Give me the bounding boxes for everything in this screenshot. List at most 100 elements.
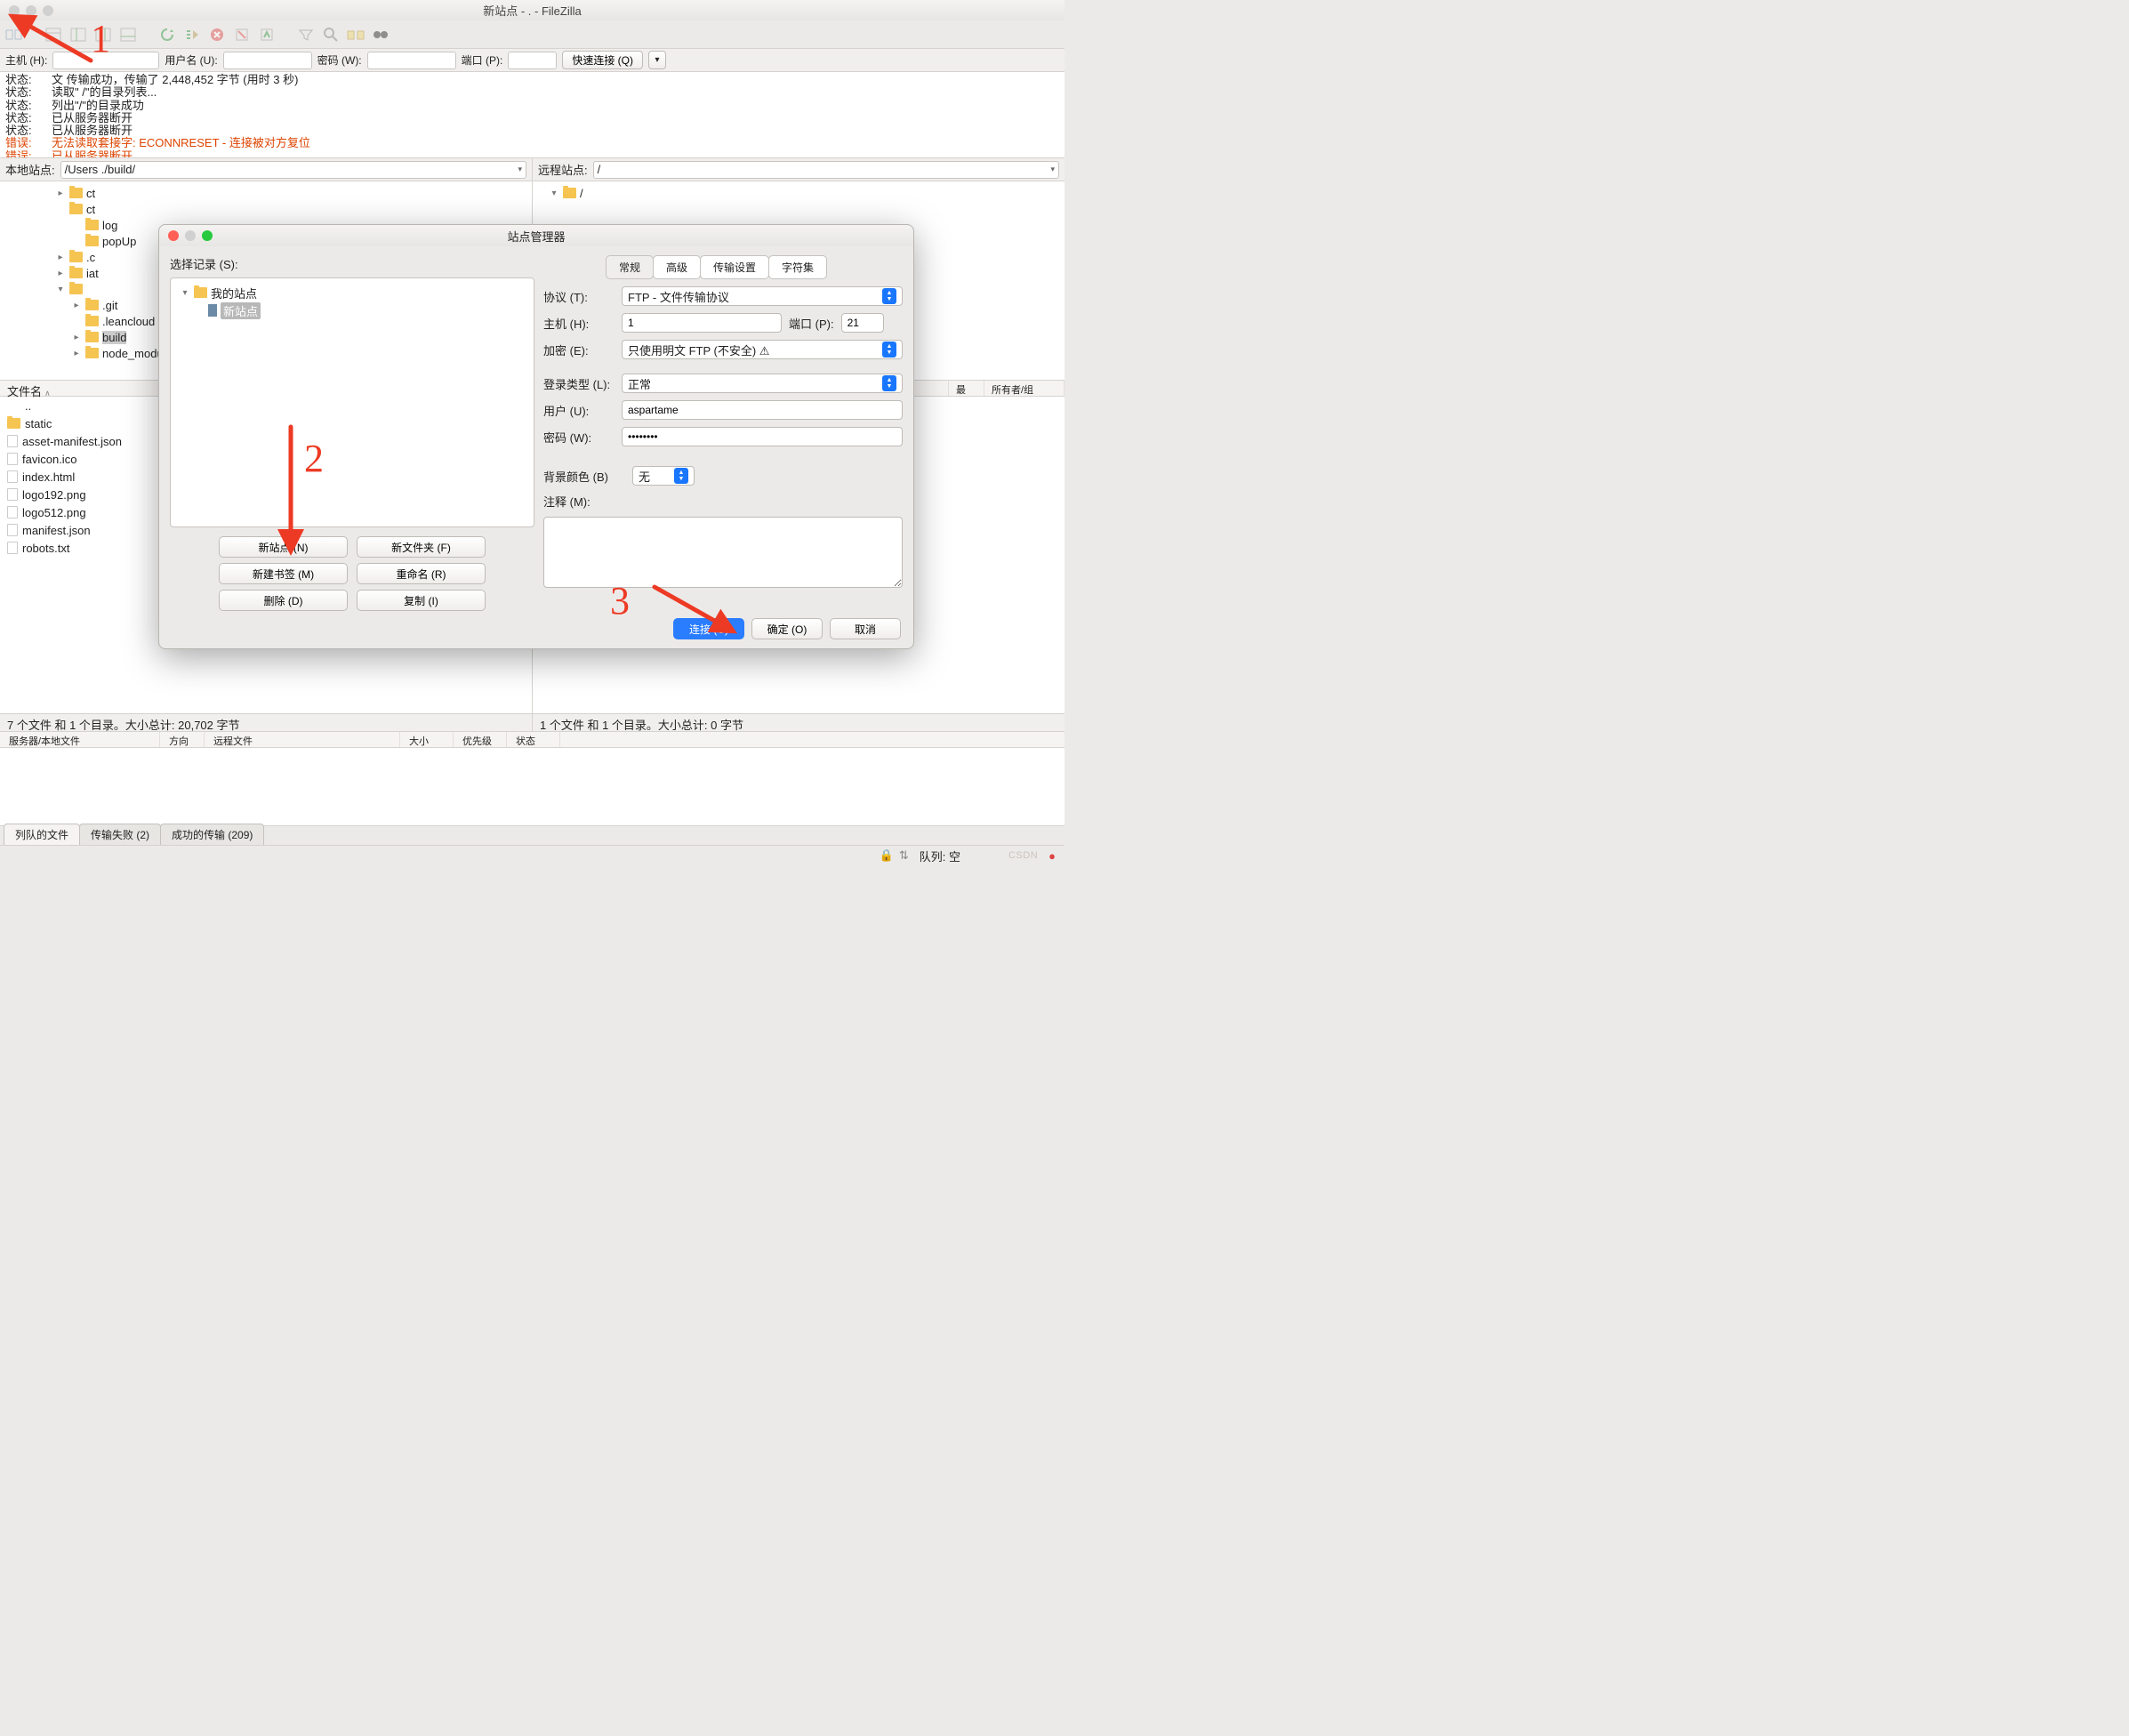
- site-action-button[interactable]: 重命名 (R): [357, 563, 486, 584]
- queue-body[interactable]: [0, 748, 1064, 826]
- reconnect-icon[interactable]: [256, 24, 277, 45]
- file-icon: [7, 453, 18, 465]
- site-action-button[interactable]: 复制 (I): [357, 590, 486, 611]
- protocol-label: 协议 (T):: [543, 288, 615, 305]
- host-input[interactable]: [52, 52, 159, 69]
- dialog-tab[interactable]: 字符集: [768, 255, 827, 279]
- queue-col[interactable]: 大小: [400, 732, 454, 747]
- protocol-select[interactable]: FTP - 文件传输协议▲▼: [622, 286, 903, 306]
- col-modified[interactable]: 最: [949, 381, 984, 396]
- password-field[interactable]: [622, 427, 903, 446]
- host-field[interactable]: [622, 313, 782, 333]
- watermark-dot: ●: [1048, 849, 1056, 863]
- queue-col[interactable]: 服务器/本地文件: [0, 732, 160, 747]
- window-title: 新站点 - . - FileZilla: [0, 2, 1064, 19]
- bottom-tab[interactable]: 列队的文件: [4, 824, 80, 845]
- bgcolor-label: 背景颜色 (B): [543, 468, 625, 485]
- toggle-remote-tree-icon[interactable]: [92, 24, 114, 45]
- toggle-log-icon[interactable]: [43, 24, 64, 45]
- log-line: 状态:已从服务器断开: [5, 112, 1059, 125]
- remote-site-input[interactable]: /▾: [593, 161, 1059, 179]
- cancel-button[interactable]: 取消: [830, 618, 901, 639]
- folder-icon: [85, 348, 99, 358]
- folder-icon: [85, 300, 99, 310]
- main-window: 新站点 - . - FileZilla 主机 (H): 用户名 (U): 密码 …: [0, 0, 1064, 868]
- file-icon: [7, 488, 18, 501]
- file-icon: [7, 470, 18, 483]
- site-tree[interactable]: ▾我的站点 新站点: [170, 277, 534, 527]
- site-action-button[interactable]: 删除 (D): [219, 590, 348, 611]
- tree-item[interactable]: ▾/: [533, 185, 1064, 201]
- toggle-local-tree-icon[interactable]: [68, 24, 89, 45]
- status-bar: 🔒 ⇅ 队列: 空 CSDN ●: [0, 846, 1064, 865]
- file-icon: [7, 435, 18, 447]
- queue-col[interactable]: 优先级: [454, 732, 507, 747]
- log-line: 状态:已从服务器断开: [5, 125, 1059, 137]
- user-field[interactable]: [622, 400, 903, 420]
- folder-icon: [69, 268, 83, 278]
- host-label: 主机 (H):: [543, 315, 615, 332]
- tree-root[interactable]: ▾我的站点: [176, 284, 528, 301]
- queue-col[interactable]: 状态: [507, 732, 560, 747]
- tree-item[interactable]: ▸ ct: [0, 185, 532, 201]
- bottom-tab[interactable]: 成功的传输 (209): [160, 824, 264, 845]
- site-action-button[interactable]: 新站点 (N): [219, 536, 348, 558]
- transfer-icon: ⇅: [899, 848, 909, 863]
- dialog-tab[interactable]: 传输设置: [700, 255, 769, 279]
- folder-icon: [85, 236, 99, 246]
- dialog-titlebar: 站点管理器: [159, 225, 913, 246]
- process-queue-icon[interactable]: [181, 24, 203, 45]
- queue-col[interactable]: 方向: [160, 732, 205, 747]
- comment-field[interactable]: [543, 517, 903, 588]
- local-site-input[interactable]: /Users ./build/▾: [60, 161, 526, 179]
- watermark: CSDN: [1008, 850, 1038, 861]
- dialog-tab[interactable]: 高级: [653, 255, 701, 279]
- port-field[interactable]: [841, 313, 884, 333]
- folder-icon: [69, 284, 83, 294]
- dialog-title: 站点管理器: [159, 228, 913, 245]
- message-log[interactable]: 状态:文 传输成功，传输了 2,448,452 字节 (用时 3 秒)状态:读取…: [0, 72, 1064, 158]
- tree-item[interactable]: ct: [0, 201, 532, 217]
- user-label: 用户名 (U):: [165, 52, 217, 68]
- encryption-label: 加密 (E):: [543, 342, 615, 358]
- site-action-button[interactable]: 新文件夹 (F): [357, 536, 486, 558]
- compare-icon[interactable]: [345, 24, 366, 45]
- logon-type-select[interactable]: 正常▲▼: [622, 374, 903, 393]
- remote-summary: 1 个文件 和 1 个目录。大小总计: 0 字节: [533, 714, 1064, 731]
- file-icon: [7, 506, 18, 518]
- quick-connect-history-button[interactable]: ▾: [648, 51, 666, 69]
- toggle-queue-icon[interactable]: [117, 24, 139, 45]
- queue-col[interactable]: 远程文件: [205, 732, 400, 747]
- tree-site-item[interactable]: 新站点: [176, 301, 528, 319]
- password-label: 密码 (W):: [543, 429, 615, 446]
- folder-icon: [69, 188, 83, 198]
- select-entry-label: 选择记录 (S):: [170, 255, 534, 272]
- port-label: 端口 (P):: [789, 315, 834, 332]
- username-input[interactable]: [223, 52, 312, 69]
- port-input[interactable]: [508, 52, 557, 69]
- host-label: 主机 (H):: [5, 52, 47, 68]
- site-manager-dialog: 站点管理器 选择记录 (S): ▾我的站点 新站点 新站点 (N) 新文件夹 (F…: [158, 224, 914, 649]
- find-icon[interactable]: [370, 24, 391, 45]
- search-icon[interactable]: [320, 24, 341, 45]
- cancel-icon[interactable]: [206, 24, 228, 45]
- encryption-select[interactable]: 只使用明文 FTP (不安全) ⚠▲▼: [622, 340, 903, 359]
- filter-icon[interactable]: [295, 24, 317, 45]
- bottom-tab[interactable]: 传输失败 (2): [79, 824, 161, 845]
- site-action-button[interactable]: 新建书签 (M): [219, 563, 348, 584]
- password-input[interactable]: [367, 52, 456, 69]
- refresh-icon[interactable]: [157, 24, 178, 45]
- quick-connect-button[interactable]: 快速连接 (Q): [562, 51, 643, 69]
- dialog-tab[interactable]: 常规: [606, 255, 654, 279]
- ok-button[interactable]: 确定 (O): [751, 618, 823, 639]
- disconnect-icon[interactable]: [231, 24, 253, 45]
- lock-icon: 🔒: [880, 848, 894, 863]
- log-line: 错误:已从服务器断开: [5, 150, 1059, 158]
- site-manager-icon[interactable]: [4, 24, 25, 45]
- bottom-tabs: 列队的文件传输失败 (2)成功的传输 (209): [0, 826, 1064, 846]
- folder-icon: [69, 204, 83, 214]
- folder-icon: [7, 418, 20, 429]
- col-owner[interactable]: 所有者/组: [984, 381, 1064, 396]
- connect-button[interactable]: 连接 (C): [673, 618, 744, 639]
- bgcolor-select[interactable]: 无▲▼: [632, 466, 695, 486]
